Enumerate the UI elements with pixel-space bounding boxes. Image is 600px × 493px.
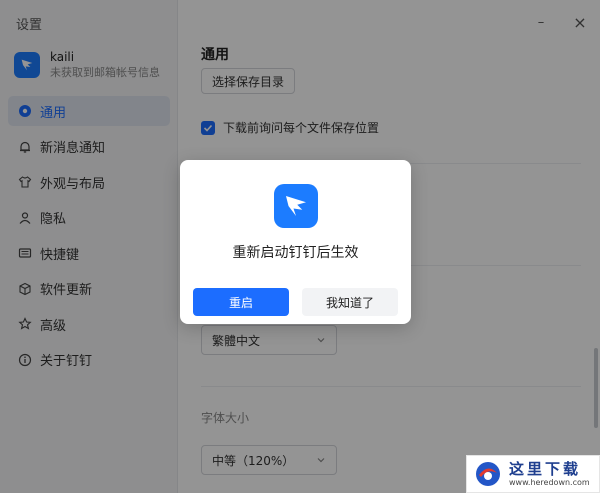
dialog-message: 重新启动钉钉后生效	[232, 245, 359, 261]
watermark-text: 这里下载	[509, 460, 582, 478]
watermark-logo-icon	[476, 462, 500, 486]
site-watermark: 这里下载 www.heredown.com	[466, 455, 600, 493]
restart-dialog: 重新启动钉钉后生效 重启 我知道了	[180, 160, 411, 324]
acknowledge-button[interactable]: 我知道了	[302, 288, 398, 316]
watermark-url: www.heredown.com	[509, 478, 590, 487]
restart-button[interactable]: 重启	[193, 288, 289, 316]
dingtalk-logo-icon	[274, 184, 318, 228]
